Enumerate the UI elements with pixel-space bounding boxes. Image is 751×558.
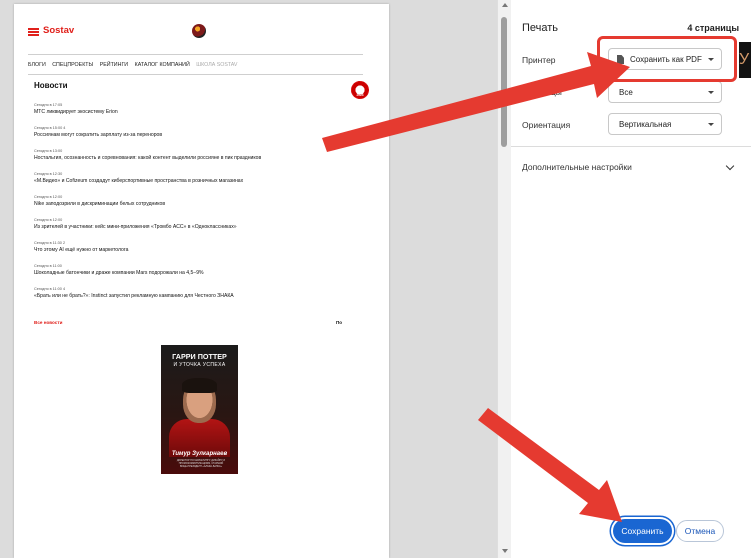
section-title: Новости [34,81,68,90]
news-item: Сегодня в 13:00 Ностальгия, осознанность … [34,149,364,161]
nav-item-catalog: КАТАЛОГ КОМПАНИЙ [134,62,190,68]
nav-divider [28,74,363,75]
news-item: Сегодня в 12:00 Из зрителей в участники: … [34,218,364,230]
pages-label: Страницы [522,87,562,97]
chevron-down-icon [708,91,714,94]
news-headline: Nike заподозрили в дискриминации белых с… [34,201,166,207]
nav-item-school: ШКОЛА SOSTAV [196,62,238,68]
pages-select[interactable]: Все [608,81,722,103]
book-subtitle: И УТОЧКА УСПЕХА [173,362,226,368]
news-item: Сегодня в 12:00 Nike заподозрили в дискри… [34,195,364,207]
scroll-down-icon[interactable] [502,549,508,553]
chevron-down-icon[interactable] [725,161,735,171]
print-settings-panel: Печать 4 страницы Принтер Сохранить как … [511,0,751,558]
news-item: Сегодня в 17:05 МТС ликвидирует экосистем… [34,103,364,115]
save-button[interactable]: Сохранить [613,519,672,543]
printer-label: Принтер [522,55,556,65]
badge-text: 2024 [356,93,364,97]
news-item: Сегодня в 12:30 «М.Видео» и Cofizeum созд… [34,172,364,184]
cancel-button[interactable]: Отмена [676,520,724,542]
orientation-select[interactable]: Вертикальная [608,113,722,135]
award-badge: 2024 [351,81,369,99]
print-preview-area: Sostav БЛОГИ СПЕЦПРОЕКТЫ РЕЙТИНГИ КАТАЛО… [0,0,497,558]
news-headline: «Брать или не брать?»: Instinct запустил… [34,293,234,299]
more-link: По [336,320,343,325]
site-header: Sostav [28,24,363,40]
all-news-link: Все новости [34,320,63,325]
avatar [192,24,206,38]
nav-item-blogs: БЛОГИ [28,62,46,68]
orientation-label: Ориентация [522,120,571,130]
pages-value: Все [619,88,633,97]
site-logo: Sostav [43,25,75,36]
header-divider [28,54,363,55]
orientation-value: Вертикальная [619,120,672,129]
book-portrait-hair [182,378,217,393]
news-headline: Россиянам могут сократить зарплату из-за… [34,132,163,138]
book-cover: ГАРРИ ПОТТЕР И УТОЧКА УСПЕХА Тимур Зулка… [161,345,238,474]
news-headline: Что этому AI ещё нужно от маркетолога [34,247,129,253]
page-count: 4 страницы [687,23,739,33]
panel-divider [511,146,751,147]
more-settings-toggle[interactable]: Дополнительные настройки [522,162,632,172]
scroll-up-icon[interactable] [502,3,508,7]
preview-page: Sostav БЛОГИ СПЕЦПРОЕКТЫ РЕЙТИНГИ КАТАЛО… [14,4,389,558]
news-headline: «М.Видео» и Cofizeum создадут киберспорт… [34,178,244,184]
news-headline: Шоколадные батончики и драже компании Ma… [34,270,204,276]
printer-highlight-box [597,36,737,82]
chevron-down-icon [708,123,714,126]
news-headline: Ностальгия, осознанность и соревнования:… [34,155,262,161]
news-item: Сегодня в 11:00 4 «Брать или не брать?»: … [34,287,364,299]
news-headline: Из зрителей в участники: кейс мини-прило… [34,224,237,230]
panel-title: Печать [522,22,559,34]
site-nav: БЛОГИ СПЕЦПРОЕКТЫ РЕЙТИНГИ КАТАЛОГ КОМПА… [28,62,242,72]
book-caption: ДИРЕКТОР ПО МАРКЕТИНГУ, ДИЗАЙНУ И ПРОМОК… [176,459,226,468]
hamburger-icon [28,28,39,36]
news-headline: МТС ликвидирует экосистему Erion [34,109,118,115]
scrollbar-thumb[interactable] [501,17,507,147]
news-item: Сегодня в 11:30 2 Что этому AI ещё нужно … [34,241,364,253]
book-title: ГАРРИ ПОТТЕР [172,352,227,361]
nav-item-specprojects: СПЕЦПРОЕКТЫ [52,62,94,68]
background-window-edge: У [739,42,751,78]
book-author: Тимур Зулкарнаев [171,451,228,457]
nav-item-ratings: РЕЙТИНГИ [99,62,129,68]
news-item: Сегодня в 15:00 4 Россиянам могут сократи… [34,126,364,138]
news-item: Сегодня в 11:00 Шоколадные батончики и др… [34,264,364,276]
